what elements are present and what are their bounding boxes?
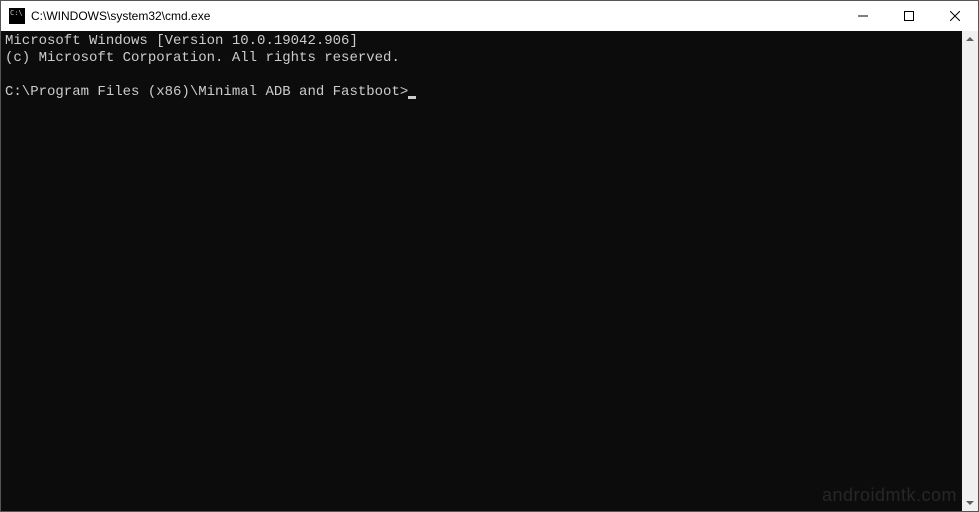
close-button[interactable] bbox=[932, 1, 978, 31]
maximize-button[interactable] bbox=[886, 1, 932, 31]
minimize-button[interactable] bbox=[840, 1, 886, 31]
terminal-wrapper: Microsoft Windows [Version 10.0.19042.90… bbox=[1, 31, 978, 511]
maximize-icon bbox=[904, 11, 914, 21]
cmd-window: C:\WINDOWS\system32\cmd.exe Microsoft Wi bbox=[0, 0, 979, 512]
close-icon bbox=[950, 11, 960, 21]
chevron-down-icon bbox=[966, 501, 974, 505]
copyright-line: (c) Microsoft Corporation. All rights re… bbox=[5, 50, 400, 66]
titlebar[interactable]: C:\WINDOWS\system32\cmd.exe bbox=[1, 1, 978, 31]
prompt: C:\Program Files (x86)\Minimal ADB and F… bbox=[5, 84, 408, 100]
window-controls bbox=[840, 1, 978, 31]
scrollbar-track[interactable] bbox=[962, 47, 978, 495]
cmd-icon bbox=[9, 8, 25, 24]
cursor bbox=[408, 96, 416, 99]
window-title: C:\WINDOWS\system32\cmd.exe bbox=[31, 9, 840, 23]
version-line: Microsoft Windows [Version 10.0.19042.90… bbox=[5, 33, 358, 49]
terminal-output[interactable]: Microsoft Windows [Version 10.0.19042.90… bbox=[1, 31, 962, 511]
chevron-up-icon bbox=[966, 37, 974, 41]
vertical-scrollbar[interactable] bbox=[962, 31, 978, 511]
scrollbar-down-arrow[interactable] bbox=[962, 495, 978, 511]
scrollbar-up-arrow[interactable] bbox=[962, 31, 978, 47]
minimize-icon bbox=[858, 11, 868, 21]
